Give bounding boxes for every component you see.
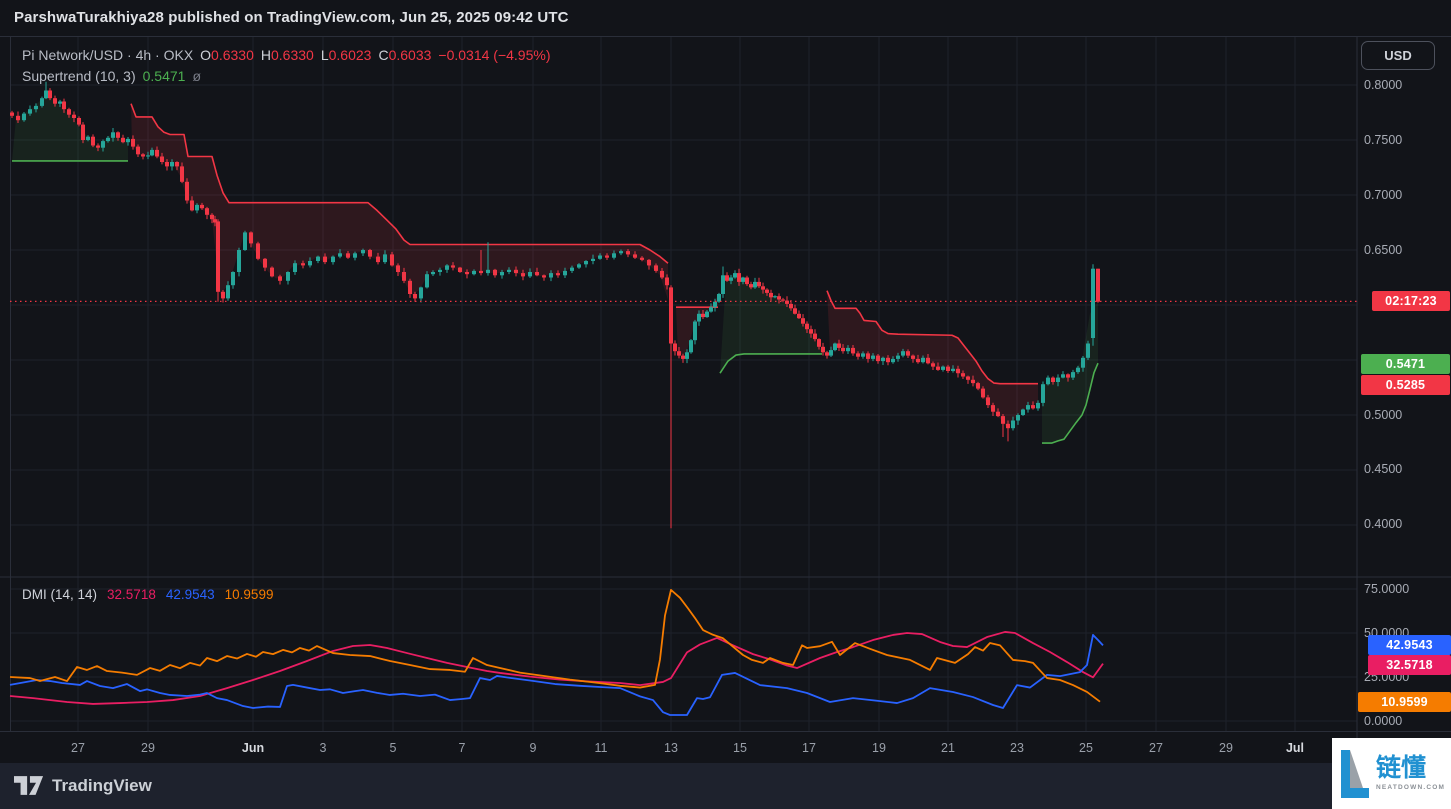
supertrend-value: 0.5471: [143, 68, 186, 84]
dmi-title: DMI (14, 14): [22, 587, 97, 603]
time-axis-label: 15: [733, 740, 747, 756]
chart-canvas[interactable]: [0, 0, 1451, 809]
symbol-title: Pi Network/USD · 4h · OKX: [22, 47, 193, 63]
price-axis-label: 0.7000: [1364, 187, 1444, 203]
symbol-legend[interactable]: Pi Network/USD · 4h · OKX O0.6330 H0.633…: [22, 46, 551, 64]
time-axis-label: 17: [802, 740, 816, 756]
minus-di-badge: 10.9599: [1358, 692, 1451, 712]
time-axis-label: Jul: [1286, 740, 1304, 756]
supertrend-title: Supertrend (10, 3): [22, 68, 136, 84]
neatdown-logo-icon: [1341, 750, 1369, 798]
watermark-site-text: NEATDOWN.COM: [1376, 784, 1445, 791]
time-axis-label: 21: [941, 740, 955, 756]
price-axis-label: 0.0000: [1364, 713, 1444, 729]
time-axis-label: 23: [1010, 740, 1024, 756]
watermark-cn-text: 链懂: [1376, 756, 1445, 781]
price-axis-label: 0.6500: [1364, 242, 1444, 258]
time-axis-label: 27: [71, 740, 85, 756]
countdown-badge: 02:17:23: [1372, 291, 1450, 311]
footer-bar: TradingView: [0, 763, 1451, 809]
supertrend-legend[interactable]: Supertrend (10, 3) 0.5471 ø: [22, 67, 201, 85]
tradingview-snapshot: ParshwaTurakhiya28 published on TradingV…: [0, 0, 1451, 809]
ohlc-close: C0.6033: [378, 47, 431, 63]
time-axis-label: 11: [595, 740, 608, 756]
time-axis-label: 29: [141, 740, 155, 756]
price-axis-label: 0.4000: [1364, 516, 1444, 532]
time-axis-label: 27: [1149, 740, 1163, 756]
dmi-minus-di-value: 10.9599: [225, 587, 274, 603]
tradingview-logo-icon[interactable]: [14, 776, 44, 796]
watermark-box[interactable]: 链懂 NEATDOWN.COM: [1332, 738, 1451, 809]
supertrend-suffix-icon: ø: [192, 68, 201, 84]
dmi-plus-di-value: 42.9543: [166, 587, 215, 603]
time-axis-label: 3: [320, 740, 327, 756]
plus-di-badge: 42.9543: [1368, 635, 1451, 655]
time-axis-label: 13: [664, 740, 678, 756]
time-axis-label: 7: [459, 740, 466, 756]
dmi-adx-value: 32.5718: [107, 587, 156, 603]
time-axis-label: 29: [1219, 740, 1233, 756]
dmi-legend[interactable]: DMI (14, 14) 32.5718 42.9543 10.9599: [22, 587, 273, 603]
time-axis-label: 5: [390, 740, 397, 756]
supertrend-down-badge: 0.5285: [1361, 375, 1450, 395]
time-axis-label: 9: [530, 740, 537, 756]
ohlc-low: L0.6023: [321, 47, 372, 63]
change-value: −0.0314 (−4.95%): [438, 47, 550, 63]
time-axis-label: 25: [1079, 740, 1093, 756]
ohlc-high: H0.6330: [261, 47, 314, 63]
time-axis-label: Jun: [242, 740, 264, 756]
currency-usd-button[interactable]: USD: [1361, 41, 1435, 70]
price-axis-label: 0.7500: [1364, 132, 1444, 148]
price-axis-label: 0.4500: [1364, 461, 1444, 477]
time-axis-label: 19: [872, 740, 886, 756]
supertrend-up-badge: 0.5471: [1361, 354, 1450, 374]
ohlc-open: O0.6330: [200, 47, 254, 63]
adx-badge: 32.5718: [1368, 655, 1451, 675]
price-axis-label: 0.8000: [1364, 77, 1444, 93]
price-axis-label: 0.5000: [1364, 407, 1444, 423]
tradingview-brand-text[interactable]: TradingView: [52, 776, 152, 796]
price-axis-label: 75.0000: [1364, 581, 1444, 597]
